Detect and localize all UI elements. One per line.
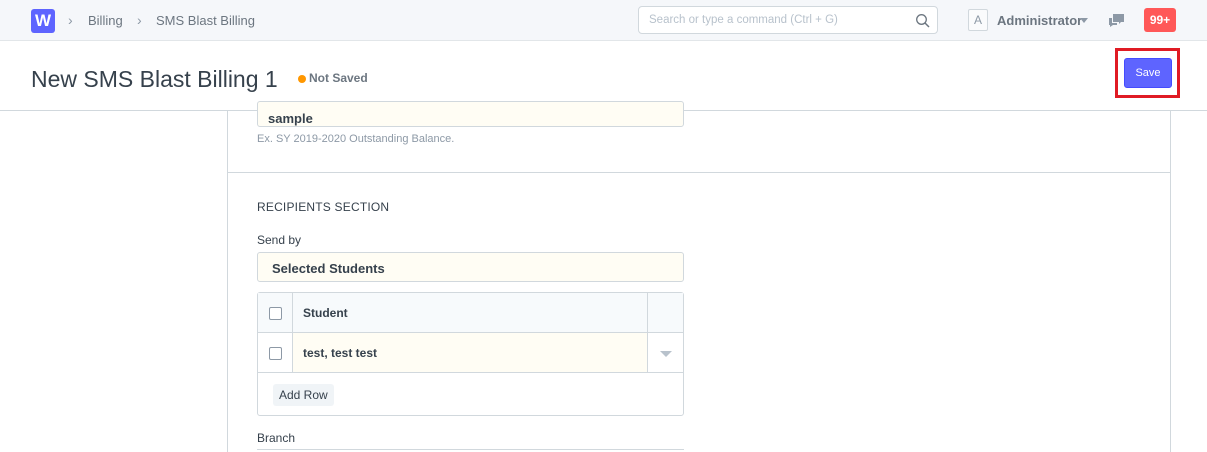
status-dot (298, 75, 306, 83)
save-button[interactable]: Save (1124, 58, 1172, 88)
branch-label: Branch (257, 431, 296, 445)
column-divider (647, 293, 648, 373)
add-row-button[interactable]: Add Row (273, 384, 334, 406)
title-field-description: Ex. SY 2019-2020 Outstanding Balance. (257, 133, 455, 145)
page-title: New SMS Blast Billing 1 (31, 66, 278, 92)
send-by-value: Selected Students (272, 261, 385, 276)
chevron-right-icon: › (68, 12, 73, 28)
notification-badge[interactable]: 99+ (1144, 8, 1176, 32)
form-card: sample Ex. SY 2019-2020 Outstanding Bala… (227, 101, 1171, 452)
select-all-checkbox[interactable] (269, 307, 282, 320)
grid-header: Student (258, 293, 683, 333)
search-input[interactable]: Search or type a command (Ctrl + G) (638, 6, 938, 34)
students-grid: Student test, test test Add Row (257, 292, 684, 416)
student-value: test, test test (303, 346, 378, 360)
user-menu[interactable]: Administrator (997, 13, 1082, 28)
app-logo[interactable]: W (31, 9, 55, 33)
send-by-label: Send by (257, 233, 302, 247)
chevron-right-icon: › (137, 12, 142, 28)
breadcrumb-sms-blast-billing[interactable]: SMS Blast Billing (156, 13, 255, 28)
search-icon[interactable] (915, 13, 931, 29)
table-row[interactable]: test, test test (258, 333, 683, 373)
section-divider (228, 172, 1170, 173)
column-divider (292, 293, 293, 373)
column-header-student: Student (303, 306, 348, 320)
navbar: W › Billing › SMS Blast Billing Search o… (0, 0, 1207, 41)
caret-down-icon[interactable] (1080, 18, 1088, 23)
recipients-section-title: RECIPIENTS SECTION (257, 200, 390, 214)
breadcrumb-billing[interactable]: Billing (88, 13, 123, 28)
row-checkbox[interactable] (269, 347, 282, 360)
send-by-select[interactable]: Selected Students (257, 252, 684, 282)
avatar[interactable]: A (968, 9, 988, 31)
title-field-value: sample (268, 111, 313, 126)
search-placeholder: Search or type a command (Ctrl + G) (649, 14, 838, 26)
status-badge: Not Saved (309, 71, 368, 85)
dropdown-icon[interactable] (660, 351, 672, 357)
title-field[interactable]: sample (257, 101, 684, 127)
chat-icon[interactable] (1108, 13, 1125, 28)
